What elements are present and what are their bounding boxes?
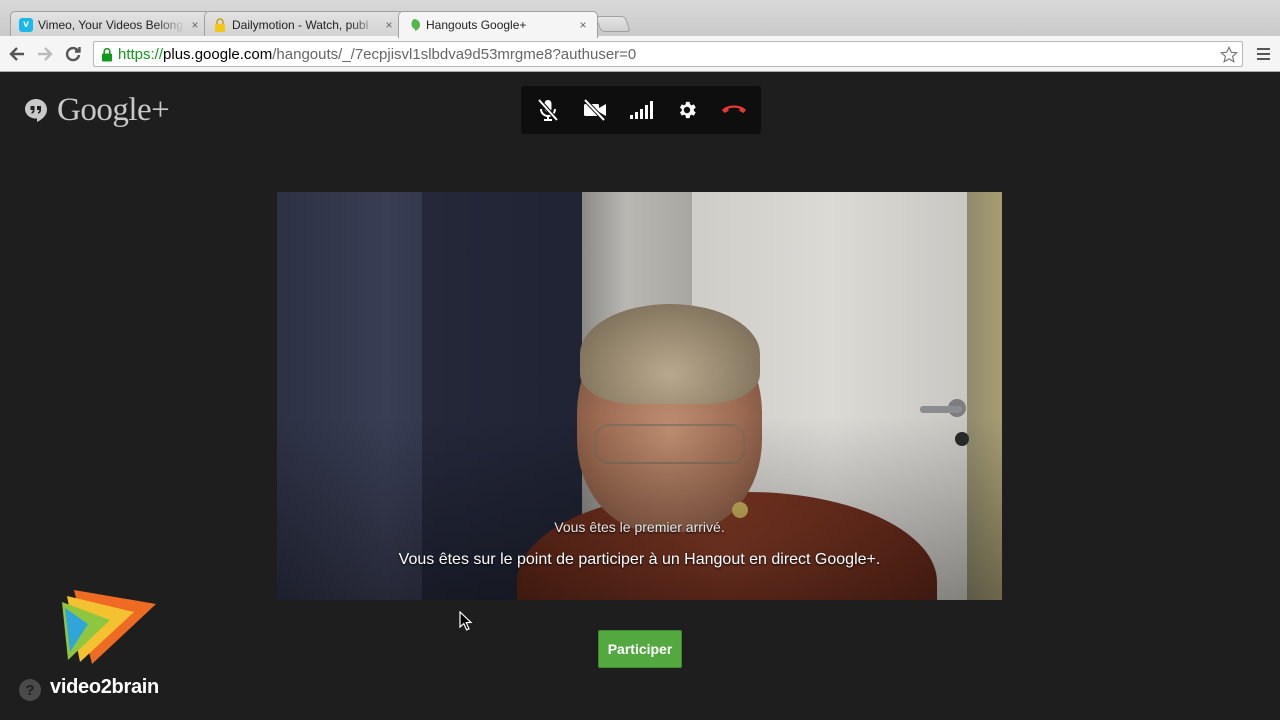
hangouts-bubble-icon: [25, 98, 47, 122]
hang-up-button[interactable]: [714, 90, 754, 130]
bookmark-star-icon[interactable]: [1218, 44, 1240, 66]
chrome-menu-button[interactable]: [1252, 43, 1274, 65]
video2brain-wordmark: video2brain: [50, 676, 159, 698]
settings-icon: [680, 101, 697, 119]
self-video-preview: [277, 192, 1002, 600]
first-arrived-message: Vous êtes le premier arrivé.: [554, 519, 725, 535]
google-plus-logo: Google+: [24, 92, 170, 129]
back-button[interactable]: [6, 43, 28, 65]
close-icon[interactable]: ×: [189, 19, 201, 31]
help-icon[interactable]: ?: [19, 679, 41, 701]
tab-hangouts[interactable]: Hangouts Google+ ×: [398, 11, 598, 38]
camera-off-button[interactable]: [575, 90, 615, 130]
bandwidth-icon: [629, 101, 653, 119]
join-info-message: Vous êtes sur le point de participer à u…: [398, 551, 881, 568]
url-path: /hangouts/_/7ecpjisvl1slbdva9d53mrgme8?a…: [272, 45, 637, 63]
reload-button[interactable]: [62, 43, 84, 65]
tab-title: Dailymotion - Watch, publ: [232, 17, 369, 32]
hangouts-icon: [407, 18, 421, 32]
hang-up-icon: [721, 105, 746, 113]
close-icon[interactable]: ×: [577, 19, 589, 31]
google-plus-wordmark: Google+: [57, 92, 170, 128]
tab-strip: v Vimeo, Your Videos Belong × Dailymotio…: [0, 0, 1280, 38]
lock-icon: [96, 42, 118, 66]
arrow-right-icon: [38, 47, 53, 61]
url-host: plus.google.com: [163, 45, 273, 63]
dailymotion-icon: [213, 17, 227, 32]
bandwidth-button[interactable]: [621, 90, 661, 130]
new-tab-button[interactable]: [595, 16, 631, 32]
tab-vimeo[interactable]: v Vimeo, Your Videos Belong ×: [10, 11, 210, 37]
mouse-cursor-icon: [459, 611, 473, 631]
tab-title: Hangouts Google+: [426, 18, 527, 32]
reload-icon: [65, 46, 81, 62]
mute-mic-icon: [537, 98, 559, 122]
video2brain-logo-icon: [62, 590, 156, 664]
address-bar[interactable]: https://plus.google.com/hangouts/_/7ecpj…: [93, 41, 1243, 67]
vimeo-icon: v: [19, 17, 33, 32]
mute-mic-button[interactable]: [528, 90, 568, 130]
url-scheme: https://: [118, 45, 164, 63]
arrow-left-icon: [9, 47, 24, 61]
camera-off-icon: [583, 99, 606, 121]
tab-title: Vimeo, Your Videos Belong: [38, 17, 184, 32]
close-icon[interactable]: ×: [383, 19, 395, 31]
hangout-controls: [521, 86, 761, 134]
join-button[interactable]: Participer: [598, 630, 682, 668]
tab-dailymotion[interactable]: Dailymotion - Watch, publ ×: [204, 11, 404, 37]
settings-button[interactable]: [667, 90, 707, 130]
forward-button[interactable]: [34, 43, 56, 65]
